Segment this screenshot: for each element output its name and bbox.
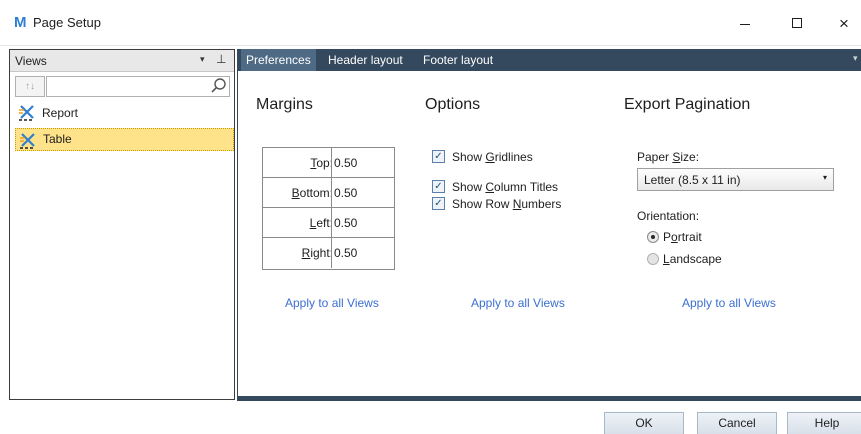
minimize-button[interactable] (722, 0, 768, 46)
margin-row-right: Right: 0.50 (263, 238, 394, 268)
apply-options-link[interactable]: Apply to all Views (471, 296, 565, 310)
checkbox-label: Show Row Numbers (452, 197, 562, 211)
checkbox-checked-icon: ✓ (432, 150, 445, 163)
margin-top-field[interactable]: 0.50 (334, 156, 357, 170)
paper-size-label: Paper Size: (637, 150, 700, 164)
close-icon: × (839, 13, 849, 33)
tab-header-layout[interactable]: Header layout (328, 49, 403, 71)
views-search-input[interactable] (46, 76, 230, 97)
dialog-footer: OK Cancel Help (0, 401, 861, 434)
minimize-icon (740, 23, 750, 25)
radio-label: Landscape (663, 252, 722, 266)
paper-size-select[interactable]: Letter (8.5 x 11 in) ▾ (637, 168, 834, 191)
orientation-label: Orientation: (637, 209, 700, 223)
export-pagination-title: Export Pagination (624, 96, 751, 113)
checkbox-label: Show Column Titles (452, 180, 559, 194)
views-panel-header: Views ▾ ⊥ (10, 50, 234, 72)
margin-label-top: Top: (310, 156, 333, 170)
chevron-down-icon: ▾ (822, 173, 827, 182)
panel-divider (237, 71, 238, 400)
ok-button[interactable]: OK (604, 412, 684, 434)
window-title: Page Setup (33, 15, 101, 30)
tab-footer-layout[interactable]: Footer layout (423, 49, 493, 71)
margins-grid: Top: 0.50 Bottom: 0.50 Left: 0.50 Right:… (262, 147, 395, 270)
checkbox-label: Show Gridlines (452, 150, 533, 164)
margin-bottom-field[interactable]: 0.50 (334, 186, 357, 200)
checkbox-checked-icon: ✓ (432, 197, 445, 210)
maximize-icon (792, 18, 802, 28)
view-item-report[interactable]: Report (15, 101, 234, 124)
close-button[interactable]: × (821, 0, 861, 46)
margin-row-bottom: Bottom: 0.50 (263, 178, 394, 208)
sort-button[interactable]: ↑↓ (15, 76, 45, 97)
maximize-button[interactable] (774, 0, 820, 46)
search-icon[interactable] (210, 77, 228, 95)
pin-icon[interactable]: ⊥ (216, 52, 226, 66)
app-logo-icon: M (14, 14, 27, 31)
view-item-table[interactable]: Table (15, 128, 234, 151)
margin-label-left: Left: (309, 216, 333, 230)
margin-row-top: Top: 0.50 (263, 148, 394, 178)
report-view-icon (19, 105, 34, 121)
margin-left-field[interactable]: 0.50 (334, 216, 357, 230)
view-item-label: Report (42, 106, 79, 120)
radio-unselected-icon (647, 253, 659, 265)
apply-margins-link[interactable]: Apply to all Views (285, 296, 379, 310)
checkbox-checked-icon: ✓ (432, 180, 445, 193)
radio-label: Portrait (663, 230, 702, 244)
chevron-down-icon[interactable]: ▾ (200, 54, 205, 65)
margin-row-left: Left: 0.50 (263, 208, 394, 238)
tab-preferences[interactable]: Preferences (241, 49, 316, 71)
paper-size-value: Letter (8.5 x 11 in) (644, 173, 741, 187)
tabs-overflow-icon[interactable]: ▾ (853, 53, 858, 64)
margin-label-bottom: Bottom: (291, 186, 333, 200)
apply-export-link[interactable]: Apply to all Views (682, 296, 776, 310)
help-button[interactable]: Help (787, 412, 861, 434)
view-item-label: Table (43, 132, 72, 146)
title-bar: M Page Setup × (0, 0, 861, 46)
views-panel: Views ▾ ⊥ ↑↓ Report Table (9, 49, 235, 400)
radio-selected-icon (647, 231, 659, 243)
views-panel-title: Views (15, 54, 47, 68)
margin-right-field[interactable]: 0.50 (334, 246, 357, 260)
margins-title: Margins (256, 96, 313, 113)
table-view-icon (20, 133, 35, 149)
cancel-button[interactable]: Cancel (697, 412, 777, 434)
margin-label-right: Right: (301, 246, 333, 260)
options-title: Options (425, 96, 481, 113)
tab-bar: Preferences Header layout Footer layout … (237, 49, 861, 71)
